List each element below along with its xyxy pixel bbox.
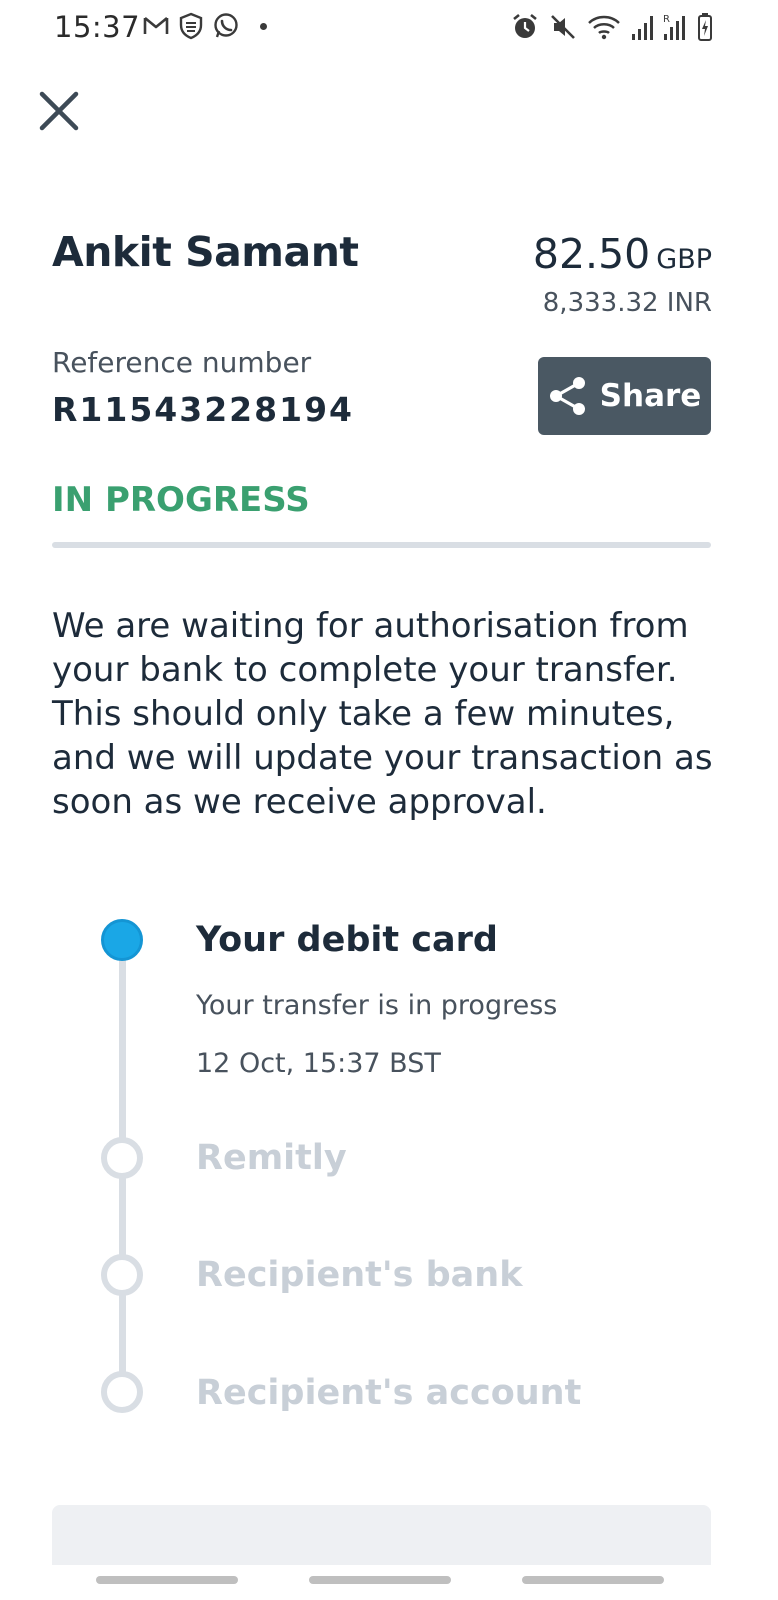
timeline-step-title: Remitly (196, 1138, 347, 1178)
battery-icon (698, 13, 712, 41)
alarm-icon (513, 13, 537, 38)
status-bar: 15:37 R (0, 0, 778, 56)
nav-back-button[interactable] (522, 1576, 664, 1584)
share-label: Share (599, 378, 702, 414)
wifi-icon (588, 15, 620, 40)
timeline-node-pending (101, 1137, 143, 1179)
amount-sent: 82.50 GBP (533, 228, 712, 286)
reference-label: Reference number (52, 346, 312, 379)
transfer-status: IN PROGRESS (52, 480, 310, 520)
status-right-icons: R (510, 12, 714, 42)
timeline-step-subtitle: Your transfer is in progress (196, 990, 558, 1021)
status-description: We are waiting for authorisation from yo… (52, 606, 713, 822)
signal-icon (632, 16, 653, 40)
status-left-icons (142, 12, 267, 40)
timeline-step-title: Recipient's account (196, 1373, 582, 1413)
amount-value: 82.50 (532, 230, 651, 278)
timeline-node-active (101, 919, 143, 961)
bottom-card (52, 1505, 711, 1565)
timeline-step-title: Recipient's bank (196, 1255, 523, 1295)
timeline-node-pending (101, 1371, 143, 1413)
timeline-step-timestamp: 12 Oct, 15:37 BST (196, 1048, 441, 1079)
mute-icon (551, 15, 575, 39)
whatsapp-icon (214, 13, 238, 38)
nav-home-button[interactable] (309, 1576, 451, 1584)
share-icon (549, 377, 585, 415)
divider (52, 542, 711, 548)
recipient-name: Ankit Samant (52, 228, 359, 276)
timeline-step-title: Your debit card (196, 920, 498, 960)
status-time: 15:37 (54, 10, 141, 44)
close-icon (39, 91, 79, 131)
reference-number: R11543228194 (52, 390, 354, 429)
gmail-icon (143, 16, 169, 34)
converted-amount: 8,333.32 INR (542, 288, 712, 318)
share-button[interactable]: Share (538, 357, 711, 435)
notification-dot-icon (260, 22, 267, 30)
signal-icon: R (663, 14, 685, 40)
shield-icon (179, 12, 203, 40)
close-button[interactable] (36, 88, 82, 134)
amount-currency: GBP (656, 244, 712, 275)
svg-text:R: R (663, 14, 670, 25)
nav-recents-button[interactable] (96, 1576, 238, 1584)
timeline-node-pending (101, 1254, 143, 1296)
